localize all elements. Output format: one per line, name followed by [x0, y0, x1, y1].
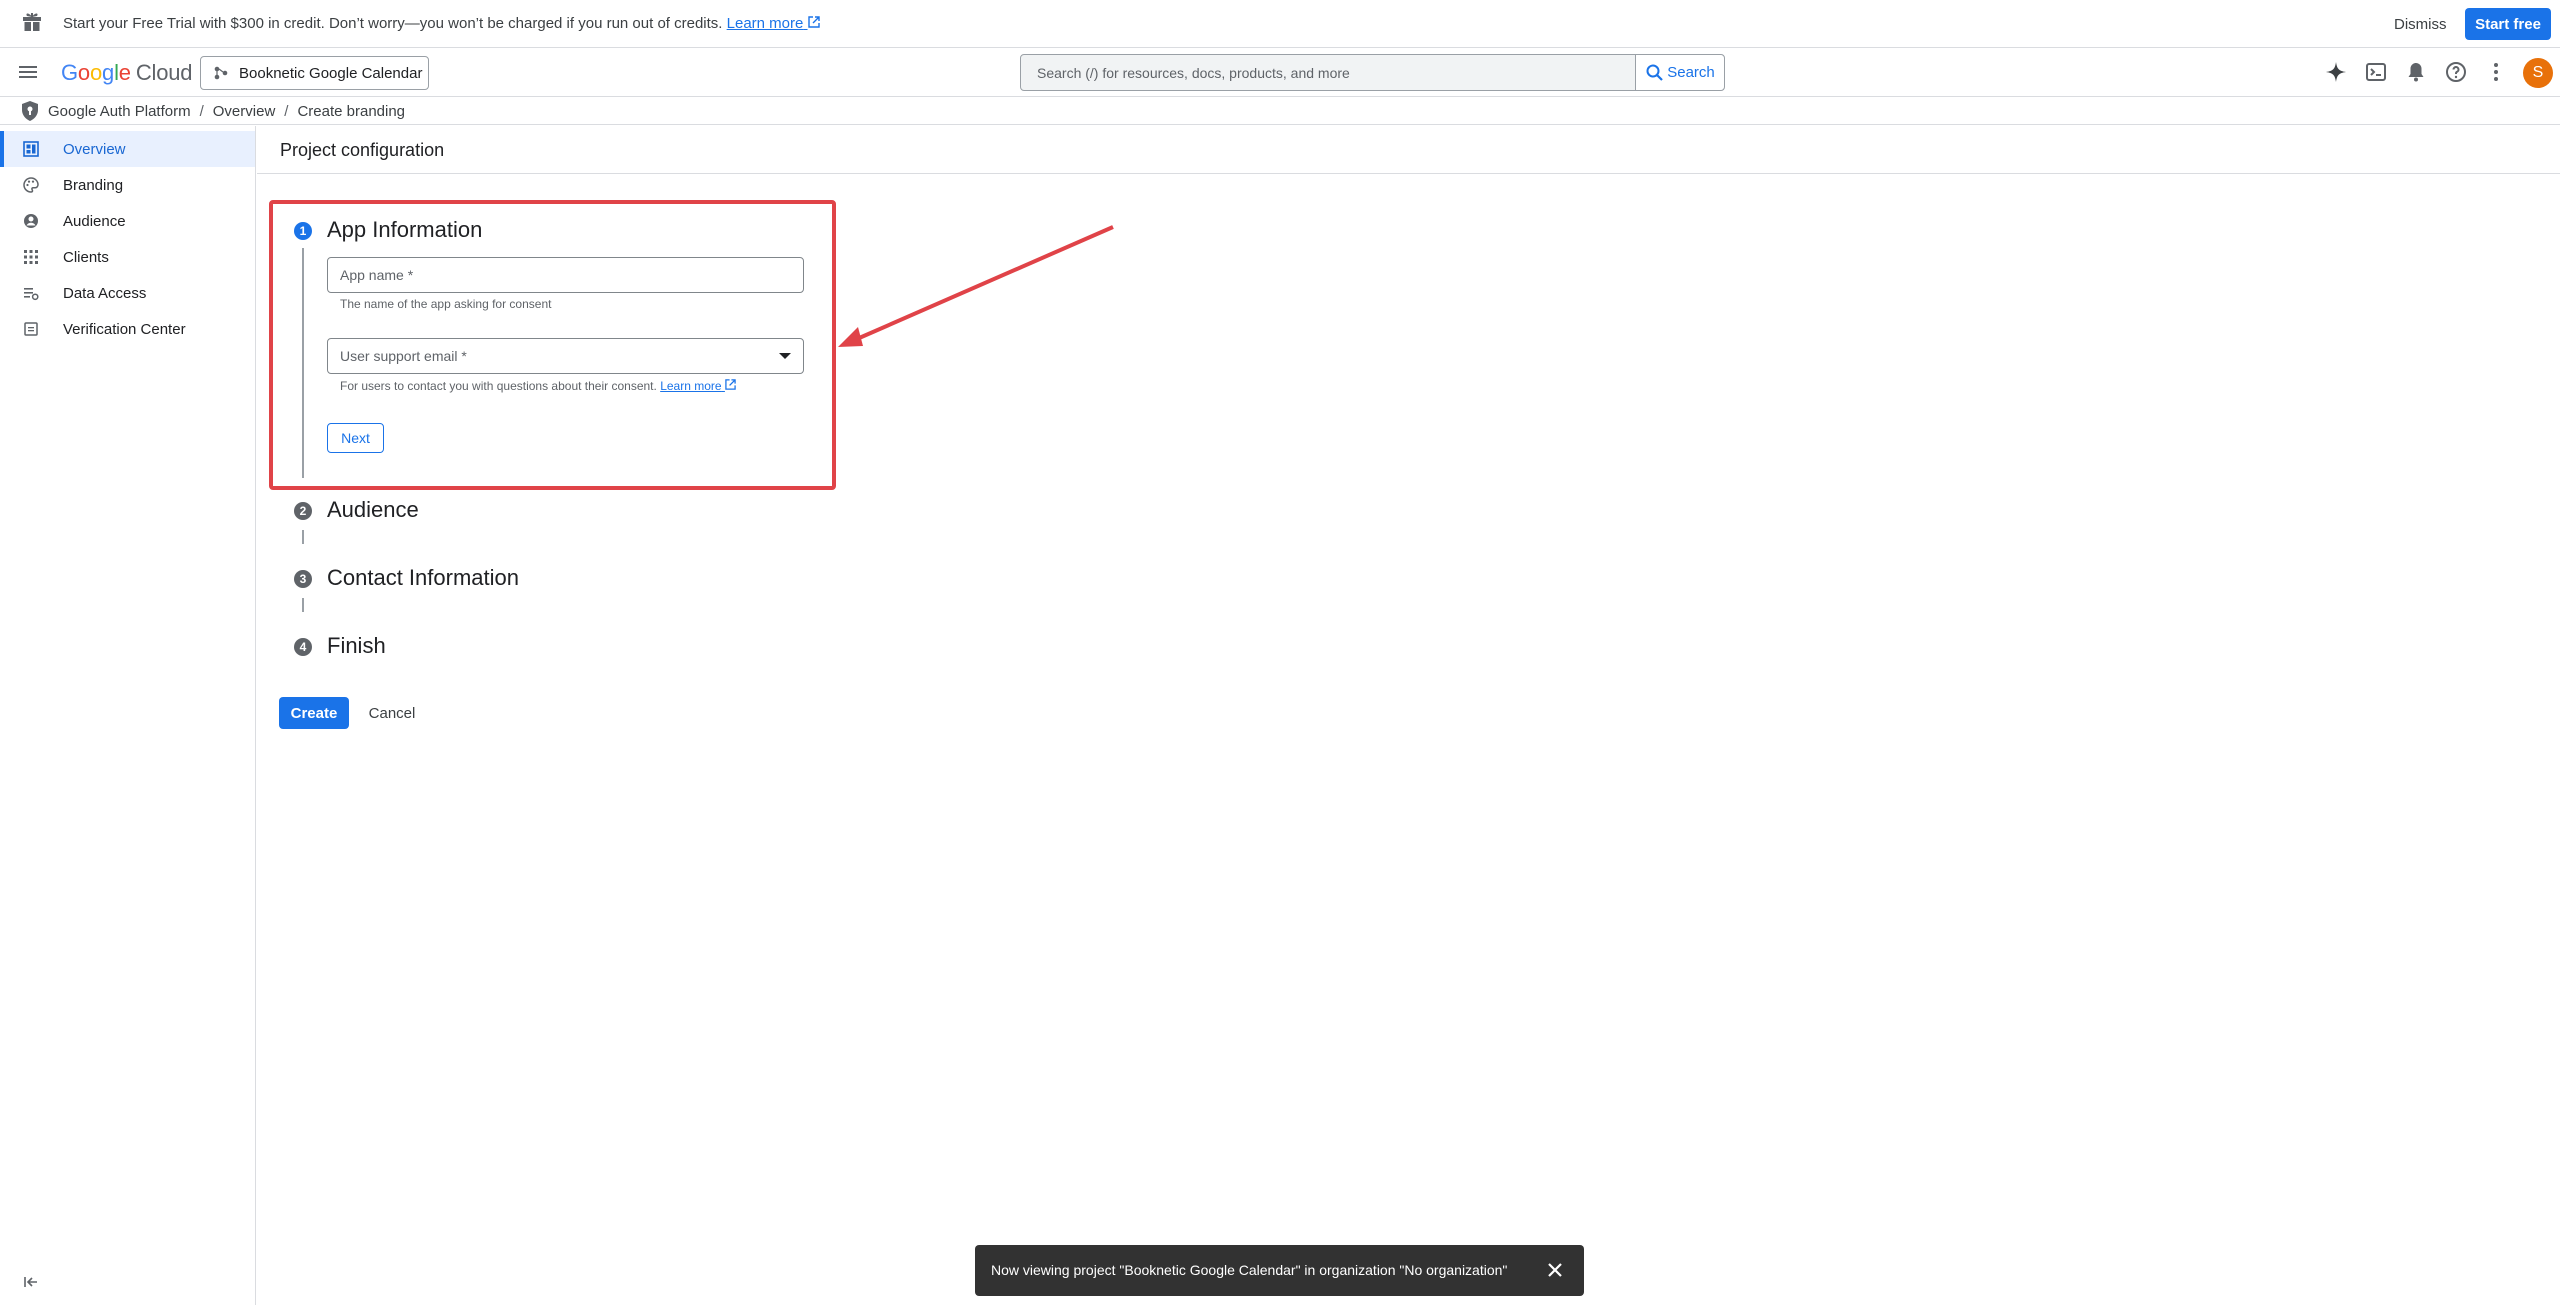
hamburger-menu-icon[interactable] [16, 60, 40, 84]
collapse-sidebar-icon[interactable] [22, 1273, 40, 1291]
close-icon[interactable] [1545, 1260, 1565, 1280]
sidebar-item-data-access[interactable]: Data Access [0, 275, 255, 311]
google-cloud-logo[interactable]: Google Cloud [61, 60, 192, 86]
search-button[interactable]: Search [1635, 55, 1724, 90]
account-avatar[interactable]: S [2523, 58, 2553, 88]
breadcrumb-create-branding: Create branding [297, 103, 406, 120]
help-icon[interactable] [2444, 60, 2468, 84]
cancel-button[interactable]: Cancel [357, 697, 427, 729]
project-picker[interactable]: Booknetic Google Calendar [200, 56, 429, 90]
snackbar-message: Now viewing project "Booknetic Google Ca… [991, 1262, 1508, 1278]
dashboard-icon [23, 141, 39, 157]
breadcrumb-trail: Google Auth Platform / Overview / Create bra… [48, 103, 405, 120]
sidebar-item-label: Data Access [63, 284, 147, 302]
more-vert-icon[interactable] [2484, 60, 2508, 84]
verification-icon [24, 322, 38, 336]
sidebar-item-branding[interactable]: Branding [0, 167, 255, 203]
snackbar-notification: Now viewing project "Booknetic Google Ca… [975, 1245, 1584, 1296]
step-2-connector [302, 530, 304, 544]
step-3-indicator: 3 [294, 570, 312, 588]
breadcrumb-separator: / [284, 103, 289, 120]
search-bar: Search [1020, 54, 1725, 91]
annotation-arrow [838, 225, 1114, 347]
cloud-shell-terminal-icon[interactable] [2364, 60, 2388, 84]
palette-icon [23, 177, 39, 193]
dismiss-button[interactable]: Dismiss [2380, 8, 2461, 40]
gemini-sparkle-icon[interactable] [2324, 60, 2348, 84]
auth-platform-shield-icon [22, 101, 38, 121]
open-in-new-icon [807, 16, 820, 28]
title-divider [257, 173, 2560, 174]
sidebar-item-overview[interactable]: Overview [0, 131, 255, 167]
logo-cloud-text: Cloud [135, 60, 193, 85]
breadcrumb: Google Auth Platform / Overview / Create bra… [0, 97, 2560, 125]
breadcrumb-separator: / [199, 103, 204, 120]
search-icon [1646, 64, 1664, 81]
logo-google-text: Google [61, 60, 131, 85]
step-3-title[interactable]: Contact Information [327, 565, 519, 591]
banner-learn-more-link[interactable]: Learn more [727, 15, 820, 32]
project-hierarchy-icon [214, 66, 228, 80]
data-access-icon [24, 288, 39, 301]
account-circle-icon [24, 214, 38, 228]
step-2-indicator: 2 [294, 502, 312, 520]
step-2-title[interactable]: Audience [327, 497, 419, 523]
step-4-indicator: 4 [294, 638, 312, 656]
free-trial-banner: Start your Free Trial with $300 in credi… [0, 0, 2560, 48]
search-button-label: Search [1667, 64, 1715, 81]
sidebar-nav: Overview Branding Audience Clients Data … [0, 126, 256, 1305]
banner-message: Start your Free Trial with $300 in credi… [63, 15, 820, 32]
page-title: Project configuration [280, 140, 445, 160]
create-button[interactable]: Create [279, 697, 349, 729]
start-free-button[interactable]: Start free [2465, 8, 2551, 40]
notifications-bell-icon[interactable] [2404, 60, 2428, 84]
gift-icon [23, 13, 41, 31]
sidebar-item-label: Branding [63, 176, 124, 194]
sidebar-item-label: Audience [63, 212, 126, 230]
step-4-title[interactable]: Finish [327, 633, 386, 659]
annotation-highlight-box [269, 200, 836, 490]
search-input[interactable] [1021, 55, 1635, 90]
app-bar: Google Cloud Booknetic Google Calendar Se… [0, 48, 2560, 97]
step-3-connector [302, 598, 304, 612]
breadcrumb-auth-platform[interactable]: Google Auth Platform [48, 103, 191, 120]
sidebar-item-label: Clients [63, 248, 109, 266]
breadcrumb-overview[interactable]: Overview [213, 103, 276, 120]
sidebar-item-clients[interactable]: Clients [0, 239, 255, 275]
apps-grid-icon [24, 250, 38, 264]
sidebar-item-label: Verification Center [63, 320, 186, 338]
sidebar-item-verification-center[interactable]: Verification Center [0, 311, 255, 347]
sidebar-item-audience[interactable]: Audience [0, 203, 255, 239]
project-name: Booknetic Google Calendar [239, 64, 423, 82]
banner-text: Start your Free Trial with $300 in credi… [63, 15, 723, 32]
sidebar-item-label: Overview [63, 140, 126, 158]
